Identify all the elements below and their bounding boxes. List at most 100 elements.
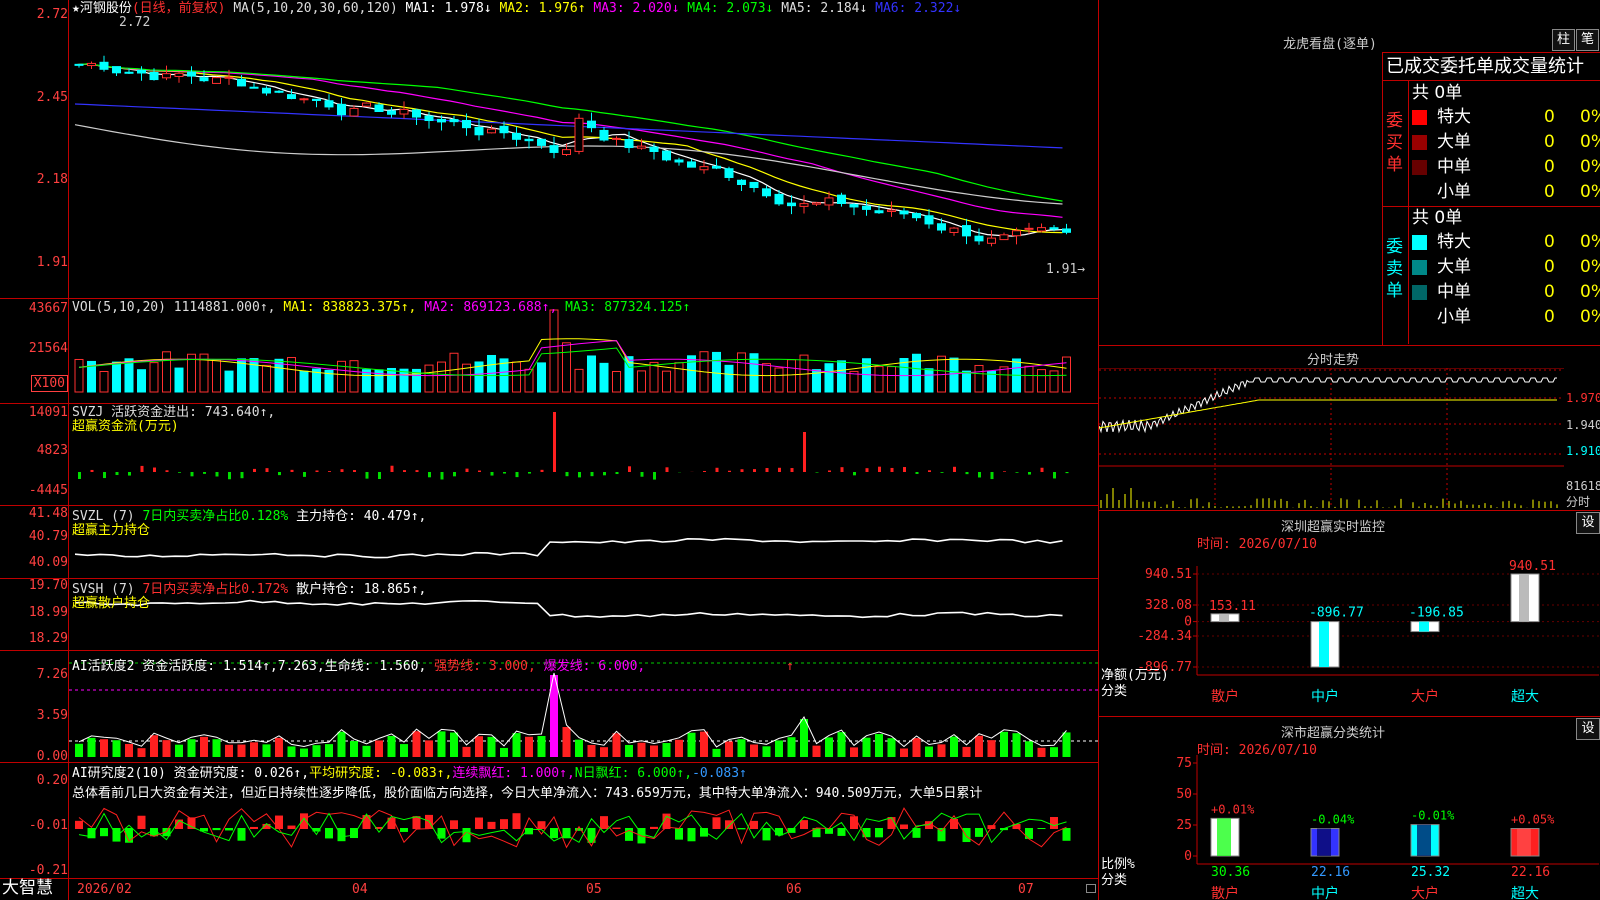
candle bbox=[524, 138, 534, 142]
research-bar bbox=[137, 815, 146, 829]
candle bbox=[712, 165, 721, 169]
dragon-divider bbox=[1382, 80, 1600, 81]
research-bar bbox=[325, 828, 333, 839]
activity-bar bbox=[575, 739, 583, 757]
y-tick: 18.99 bbox=[28, 605, 68, 620]
volume-bar bbox=[1037, 369, 1046, 393]
flow-bar bbox=[490, 472, 494, 476]
svzl-ratio: 7日内买卖净占比0.128% bbox=[142, 509, 289, 524]
research-bar bbox=[112, 828, 121, 842]
flow-bar bbox=[790, 468, 794, 472]
category-bar bbox=[1510, 573, 1540, 623]
volume-bar bbox=[949, 357, 959, 393]
flow-bar bbox=[740, 469, 744, 472]
flow-bar bbox=[353, 470, 356, 472]
flow-bar bbox=[853, 472, 856, 476]
activity-bar bbox=[1025, 741, 1033, 757]
lock-icon[interactable] bbox=[1086, 884, 1096, 893]
activity-bar bbox=[925, 746, 933, 757]
main-hold-line bbox=[74, 537, 1063, 559]
flow-bar bbox=[328, 471, 331, 472]
row-label: 小单 bbox=[1437, 307, 1471, 327]
research-bar bbox=[275, 815, 283, 829]
flow-bar bbox=[1028, 472, 1031, 475]
svzl-subtitle: 超赢主力持仓 bbox=[72, 523, 151, 538]
bar-label: -896.77 bbox=[1309, 606, 1364, 621]
y-tick: 4823 bbox=[36, 443, 68, 458]
activity-bar bbox=[275, 737, 283, 757]
candle bbox=[274, 90, 284, 93]
dragon-title: 龙虎看盘(逐单) bbox=[1283, 37, 1377, 52]
row-swatch bbox=[1412, 310, 1427, 325]
research-bar bbox=[500, 819, 508, 829]
activity-bar bbox=[825, 737, 833, 757]
activity-bar bbox=[725, 741, 733, 757]
category-bar bbox=[1410, 621, 1440, 633]
research-bar bbox=[800, 820, 808, 829]
monitor-settings-button[interactable]: 设 bbox=[1576, 512, 1600, 534]
intraday-chart[interactable] bbox=[1099, 368, 1569, 510]
activity-bar bbox=[1000, 731, 1008, 757]
volume-bar bbox=[999, 366, 1009, 393]
svsh-title: SVSH (7) bbox=[72, 582, 143, 597]
monitor-chart: 时间: 2026/07/10 940.51 328.08 0-284.34 -896.7… bbox=[1101, 537, 1599, 705]
activity-line bbox=[78, 672, 1067, 748]
ma-legend-item: MA3: 2.020↓ bbox=[585, 1, 680, 16]
research-bar bbox=[550, 828, 558, 839]
change-label: +0.05% bbox=[1511, 813, 1555, 827]
star-icon[interactable]: ★ bbox=[72, 1, 80, 16]
activity-bar bbox=[100, 739, 108, 757]
row-count: 0 bbox=[1544, 157, 1555, 177]
row-percent: 0% bbox=[1580, 182, 1600, 202]
research-bar bbox=[475, 817, 483, 829]
row-swatch bbox=[1412, 160, 1427, 175]
ma-legend-item: MA(5,10,20,30,60,120) bbox=[233, 1, 398, 16]
x-tick: 06 bbox=[786, 882, 802, 897]
avg-price-line bbox=[1099, 399, 1557, 429]
ai2-header: AI研究度2(10) 资金研究度: 0.026↑,平均研究度: -0.083↑,… bbox=[72, 766, 747, 782]
ai2-nred: N日飘红: 6.000↑, bbox=[574, 766, 693, 781]
candle bbox=[1024, 227, 1034, 230]
volume-bar bbox=[437, 361, 446, 393]
candle bbox=[512, 132, 521, 140]
volume-bar bbox=[112, 361, 121, 393]
flow-bar bbox=[340, 469, 344, 472]
classify-settings-button[interactable]: 设 bbox=[1576, 718, 1600, 740]
activity-bar bbox=[950, 736, 958, 757]
flow-bar bbox=[478, 470, 481, 472]
intraday-vol-tick: 81618 bbox=[1566, 479, 1600, 493]
activity-bar bbox=[737, 739, 746, 757]
candle bbox=[862, 205, 871, 210]
candle bbox=[762, 188, 771, 197]
research-bar bbox=[725, 820, 733, 829]
candle bbox=[362, 102, 371, 107]
dragon-divider bbox=[1408, 80, 1409, 344]
ai1-strong: 强势线: 3.000, bbox=[434, 659, 536, 674]
y-tick: 7.26 bbox=[36, 667, 68, 682]
activity-bar bbox=[162, 740, 171, 757]
flow-bar bbox=[78, 472, 81, 479]
activity-bar bbox=[662, 743, 671, 757]
activity-bar bbox=[887, 738, 896, 757]
activity-bar bbox=[312, 745, 321, 757]
tick-mode-button[interactable]: 笔 bbox=[1576, 29, 1599, 51]
research-bar bbox=[237, 828, 246, 841]
candle bbox=[399, 108, 409, 115]
ma-legend-item: MA4: 2.073↓ bbox=[679, 1, 774, 16]
flow-bar bbox=[665, 467, 669, 472]
row-count: 0 bbox=[1544, 282, 1555, 302]
research-bar bbox=[1037, 828, 1046, 830]
candle bbox=[312, 98, 321, 101]
flow-bar bbox=[315, 470, 319, 472]
volume-bar bbox=[649, 361, 659, 393]
activity-bar bbox=[987, 740, 996, 757]
flow-bar bbox=[103, 472, 106, 479]
bar-shade bbox=[1217, 818, 1231, 856]
flow-bar bbox=[990, 472, 994, 480]
candle bbox=[799, 203, 809, 207]
bar-mode-button[interactable]: 柱 bbox=[1552, 29, 1575, 51]
category-label: 散户 bbox=[1211, 885, 1239, 900]
activity-bar bbox=[87, 737, 96, 757]
activity-bar bbox=[675, 739, 683, 757]
chart-canvas[interactable] bbox=[69, 0, 1098, 900]
